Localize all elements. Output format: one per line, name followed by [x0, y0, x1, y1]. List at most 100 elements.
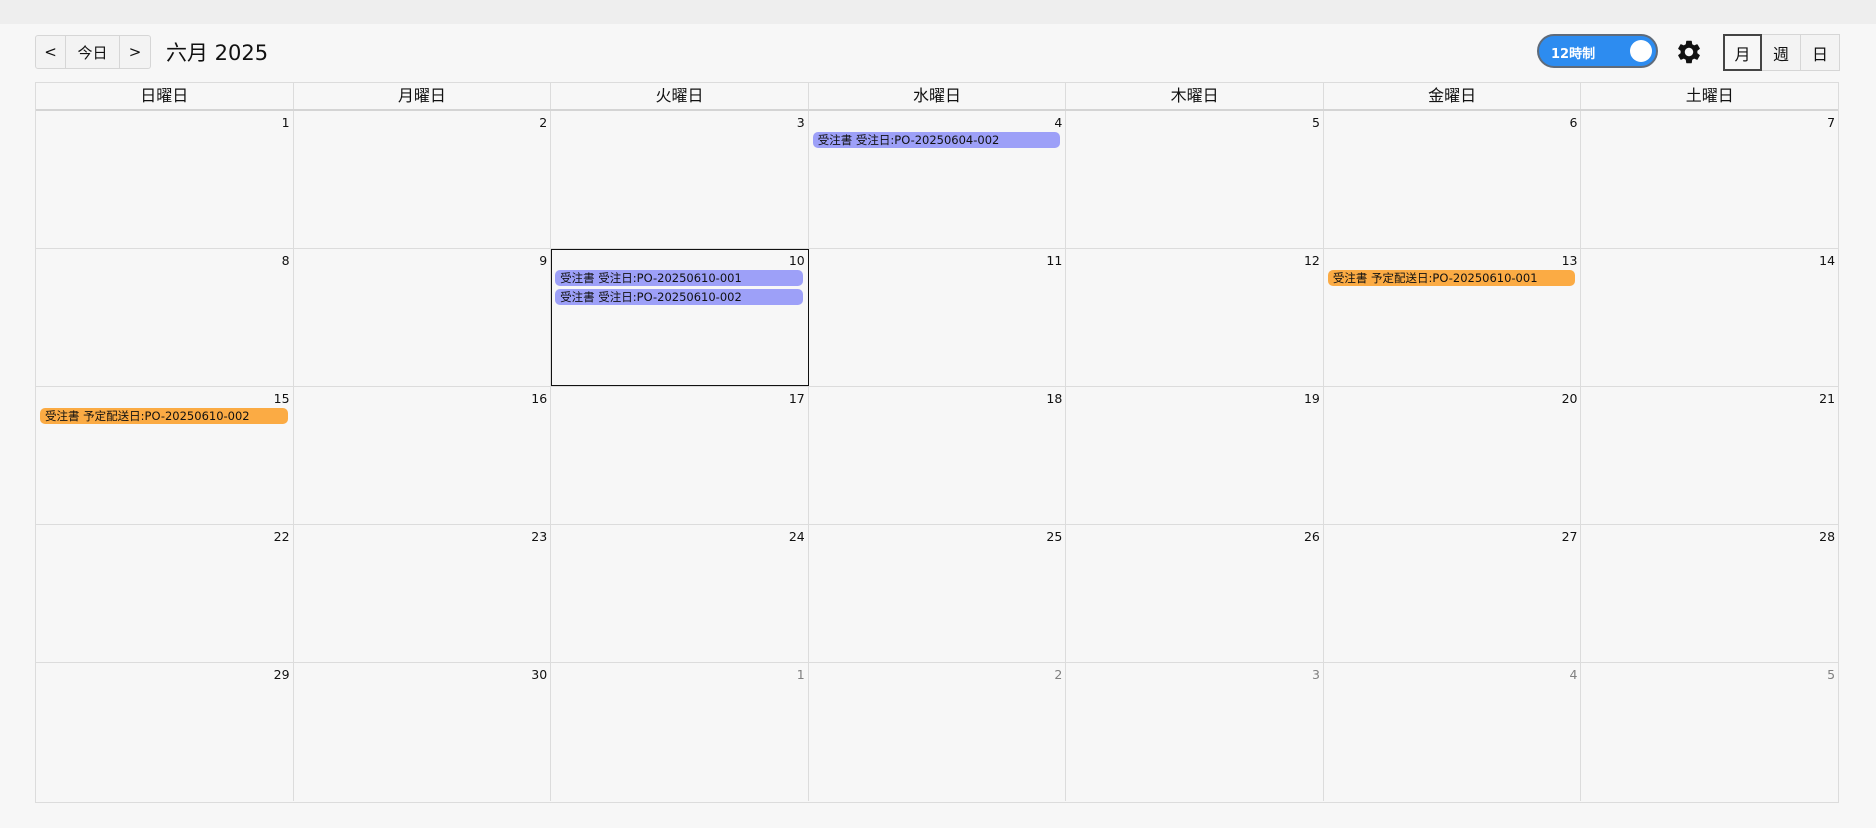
calendar-event[interactable]: 受注書 受注日:PO-20250610-001	[555, 270, 803, 286]
day-cell[interactable]: 3	[1066, 663, 1324, 801]
next-month-button[interactable]: >	[120, 35, 151, 69]
day-cell[interactable]: 15 受注書 予定配送日:PO-20250610-002	[36, 387, 294, 524]
day-number: 30	[531, 667, 548, 682]
weekday-tuesday: 火曜日	[551, 83, 809, 109]
day-cell[interactable]: 26	[1066, 525, 1324, 662]
calendar-toolbar: < 今日 > 六月 2025 12時制 月 週 日	[35, 33, 1840, 71]
day-number: 12	[1303, 253, 1320, 268]
day-cell[interactable]: 29	[36, 663, 294, 801]
day-number: 16	[531, 391, 548, 406]
gear-icon[interactable]	[1675, 38, 1703, 66]
day-cell[interactable]: 19	[1066, 387, 1324, 524]
day-cell[interactable]: 9	[294, 249, 552, 386]
day-cell[interactable]: 16	[294, 387, 552, 524]
event-list: 受注書 受注日:PO-20250604-002	[812, 132, 1061, 148]
calendar-event[interactable]: 受注書 受注日:PO-20250604-002	[812, 132, 1061, 148]
navigation-group: < 今日 >	[35, 35, 151, 69]
event-list: 受注書 予定配送日:PO-20250610-002	[40, 408, 288, 424]
day-cell[interactable]: 21	[1581, 387, 1838, 524]
day-number: 10	[788, 253, 805, 268]
time-format-toggle[interactable]: 12時制	[1537, 34, 1658, 68]
day-number: 4	[1054, 115, 1063, 130]
day-cell[interactable]: 3	[551, 111, 809, 248]
day-number: 13	[1561, 253, 1578, 268]
day-cell[interactable]: 4 受注書 受注日:PO-20250604-002	[809, 111, 1067, 248]
month-calendar: 日曜日 月曜日 火曜日 水曜日 木曜日 金曜日 土曜日 1 2 3 4 受注書 受注日:…	[35, 82, 1839, 803]
view-day-button[interactable]: 日	[1801, 34, 1840, 71]
view-month-button[interactable]: 月	[1723, 34, 1762, 71]
day-cell[interactable]: 5	[1066, 111, 1324, 248]
day-number: 5	[1311, 115, 1320, 130]
day-number: 9	[539, 253, 548, 268]
day-cell[interactable]: 1	[36, 111, 294, 248]
weekday-friday: 金曜日	[1324, 83, 1582, 109]
weekday-header-row: 日曜日 月曜日 火曜日 水曜日 木曜日 金曜日 土曜日	[36, 83, 1838, 111]
day-number: 25	[1046, 529, 1063, 544]
day-cell[interactable]: 11	[809, 249, 1067, 386]
day-number: 11	[1046, 253, 1063, 268]
day-cell[interactable]: 28	[1581, 525, 1838, 662]
day-number: 22	[273, 529, 290, 544]
weekday-saturday: 土曜日	[1685, 86, 1734, 105]
day-number: 29	[273, 667, 290, 682]
calendar-event[interactable]: 受注書 予定配送日:PO-20250610-001	[1327, 270, 1576, 286]
month-title: 六月 2025	[166, 41, 269, 65]
day-number: 18	[1046, 391, 1063, 406]
day-number: 3	[1311, 667, 1320, 682]
day-number: 26	[1303, 529, 1320, 544]
week-row: 15 受注書 予定配送日:PO-20250610-002 16 17 18 19 20 21	[36, 387, 1838, 525]
calendar-event[interactable]: 受注書 予定配送日:PO-20250610-002	[40, 408, 288, 424]
weekday-thursday: 木曜日	[1066, 83, 1324, 109]
day-cell[interactable]: 12	[1066, 249, 1324, 386]
top-strip	[0, 0, 1876, 24]
calendar-event[interactable]: 受注書 受注日:PO-20250610-002	[555, 289, 803, 305]
day-cell[interactable]: 24	[551, 525, 809, 662]
day-number: 6	[1569, 115, 1578, 130]
day-number: 23	[531, 529, 548, 544]
today-button[interactable]: 今日	[66, 35, 120, 69]
day-cell[interactable]: 4	[1324, 663, 1582, 801]
day-number: 2	[1054, 667, 1063, 682]
day-cell[interactable]: 10 受注書 受注日:PO-20250610-001 受注書 受注日:PO-2025…	[551, 249, 809, 386]
week-row: 29 30 1 2 3 4 5	[36, 663, 1838, 801]
day-number: 19	[1303, 391, 1320, 406]
day-number: 24	[788, 529, 805, 544]
day-cell[interactable]: 7	[1581, 111, 1838, 248]
week-row: 8 9 10 受注書 受注日:PO-20250610-001 受注書 受注日:PO-20…	[36, 249, 1838, 387]
prev-month-button[interactable]: <	[35, 35, 66, 69]
day-number: 15	[273, 391, 290, 406]
day-cell[interactable]: 25	[809, 525, 1067, 662]
toggle-knob	[1630, 40, 1652, 62]
day-number: 27	[1561, 529, 1578, 544]
day-cell[interactable]: 5	[1581, 663, 1838, 801]
day-number: 1	[796, 667, 805, 682]
day-cell[interactable]: 17	[551, 387, 809, 524]
day-cell[interactable]: 14	[1581, 249, 1838, 386]
day-cell[interactable]: 2	[809, 663, 1067, 801]
view-week-button[interactable]: 週	[1762, 34, 1801, 71]
toggle-label: 12時制	[1551, 47, 1596, 62]
week-row: 1 2 3 4 受注書 受注日:PO-20250604-002 5 6 7	[36, 111, 1838, 249]
day-number: 5	[1827, 667, 1836, 682]
day-cell[interactable]: 13 受注書 予定配送日:PO-20250610-001	[1324, 249, 1582, 386]
day-number: 1	[281, 115, 290, 130]
weekday-sunday: 日曜日	[36, 83, 294, 109]
day-cell[interactable]: 22	[36, 525, 294, 662]
day-number: 21	[1819, 391, 1836, 406]
weekday-monday: 月曜日	[294, 83, 552, 109]
day-cell[interactable]: 18	[809, 387, 1067, 524]
day-number: 8	[281, 253, 290, 268]
day-cell[interactable]: 27	[1324, 525, 1582, 662]
day-cell[interactable]: 8	[36, 249, 294, 386]
day-cell[interactable]: 23	[294, 525, 552, 662]
day-cell[interactable]: 20	[1324, 387, 1582, 524]
day-cell[interactable]: 6	[1324, 111, 1582, 248]
day-number: 2	[539, 115, 548, 130]
day-number: 3	[796, 115, 805, 130]
day-cell[interactable]: 2	[294, 111, 552, 248]
day-cell[interactable]: 1	[551, 663, 809, 801]
day-number: 17	[788, 391, 805, 406]
day-number: 20	[1561, 391, 1578, 406]
day-cell[interactable]: 30	[294, 663, 552, 801]
day-number: 7	[1827, 115, 1836, 130]
